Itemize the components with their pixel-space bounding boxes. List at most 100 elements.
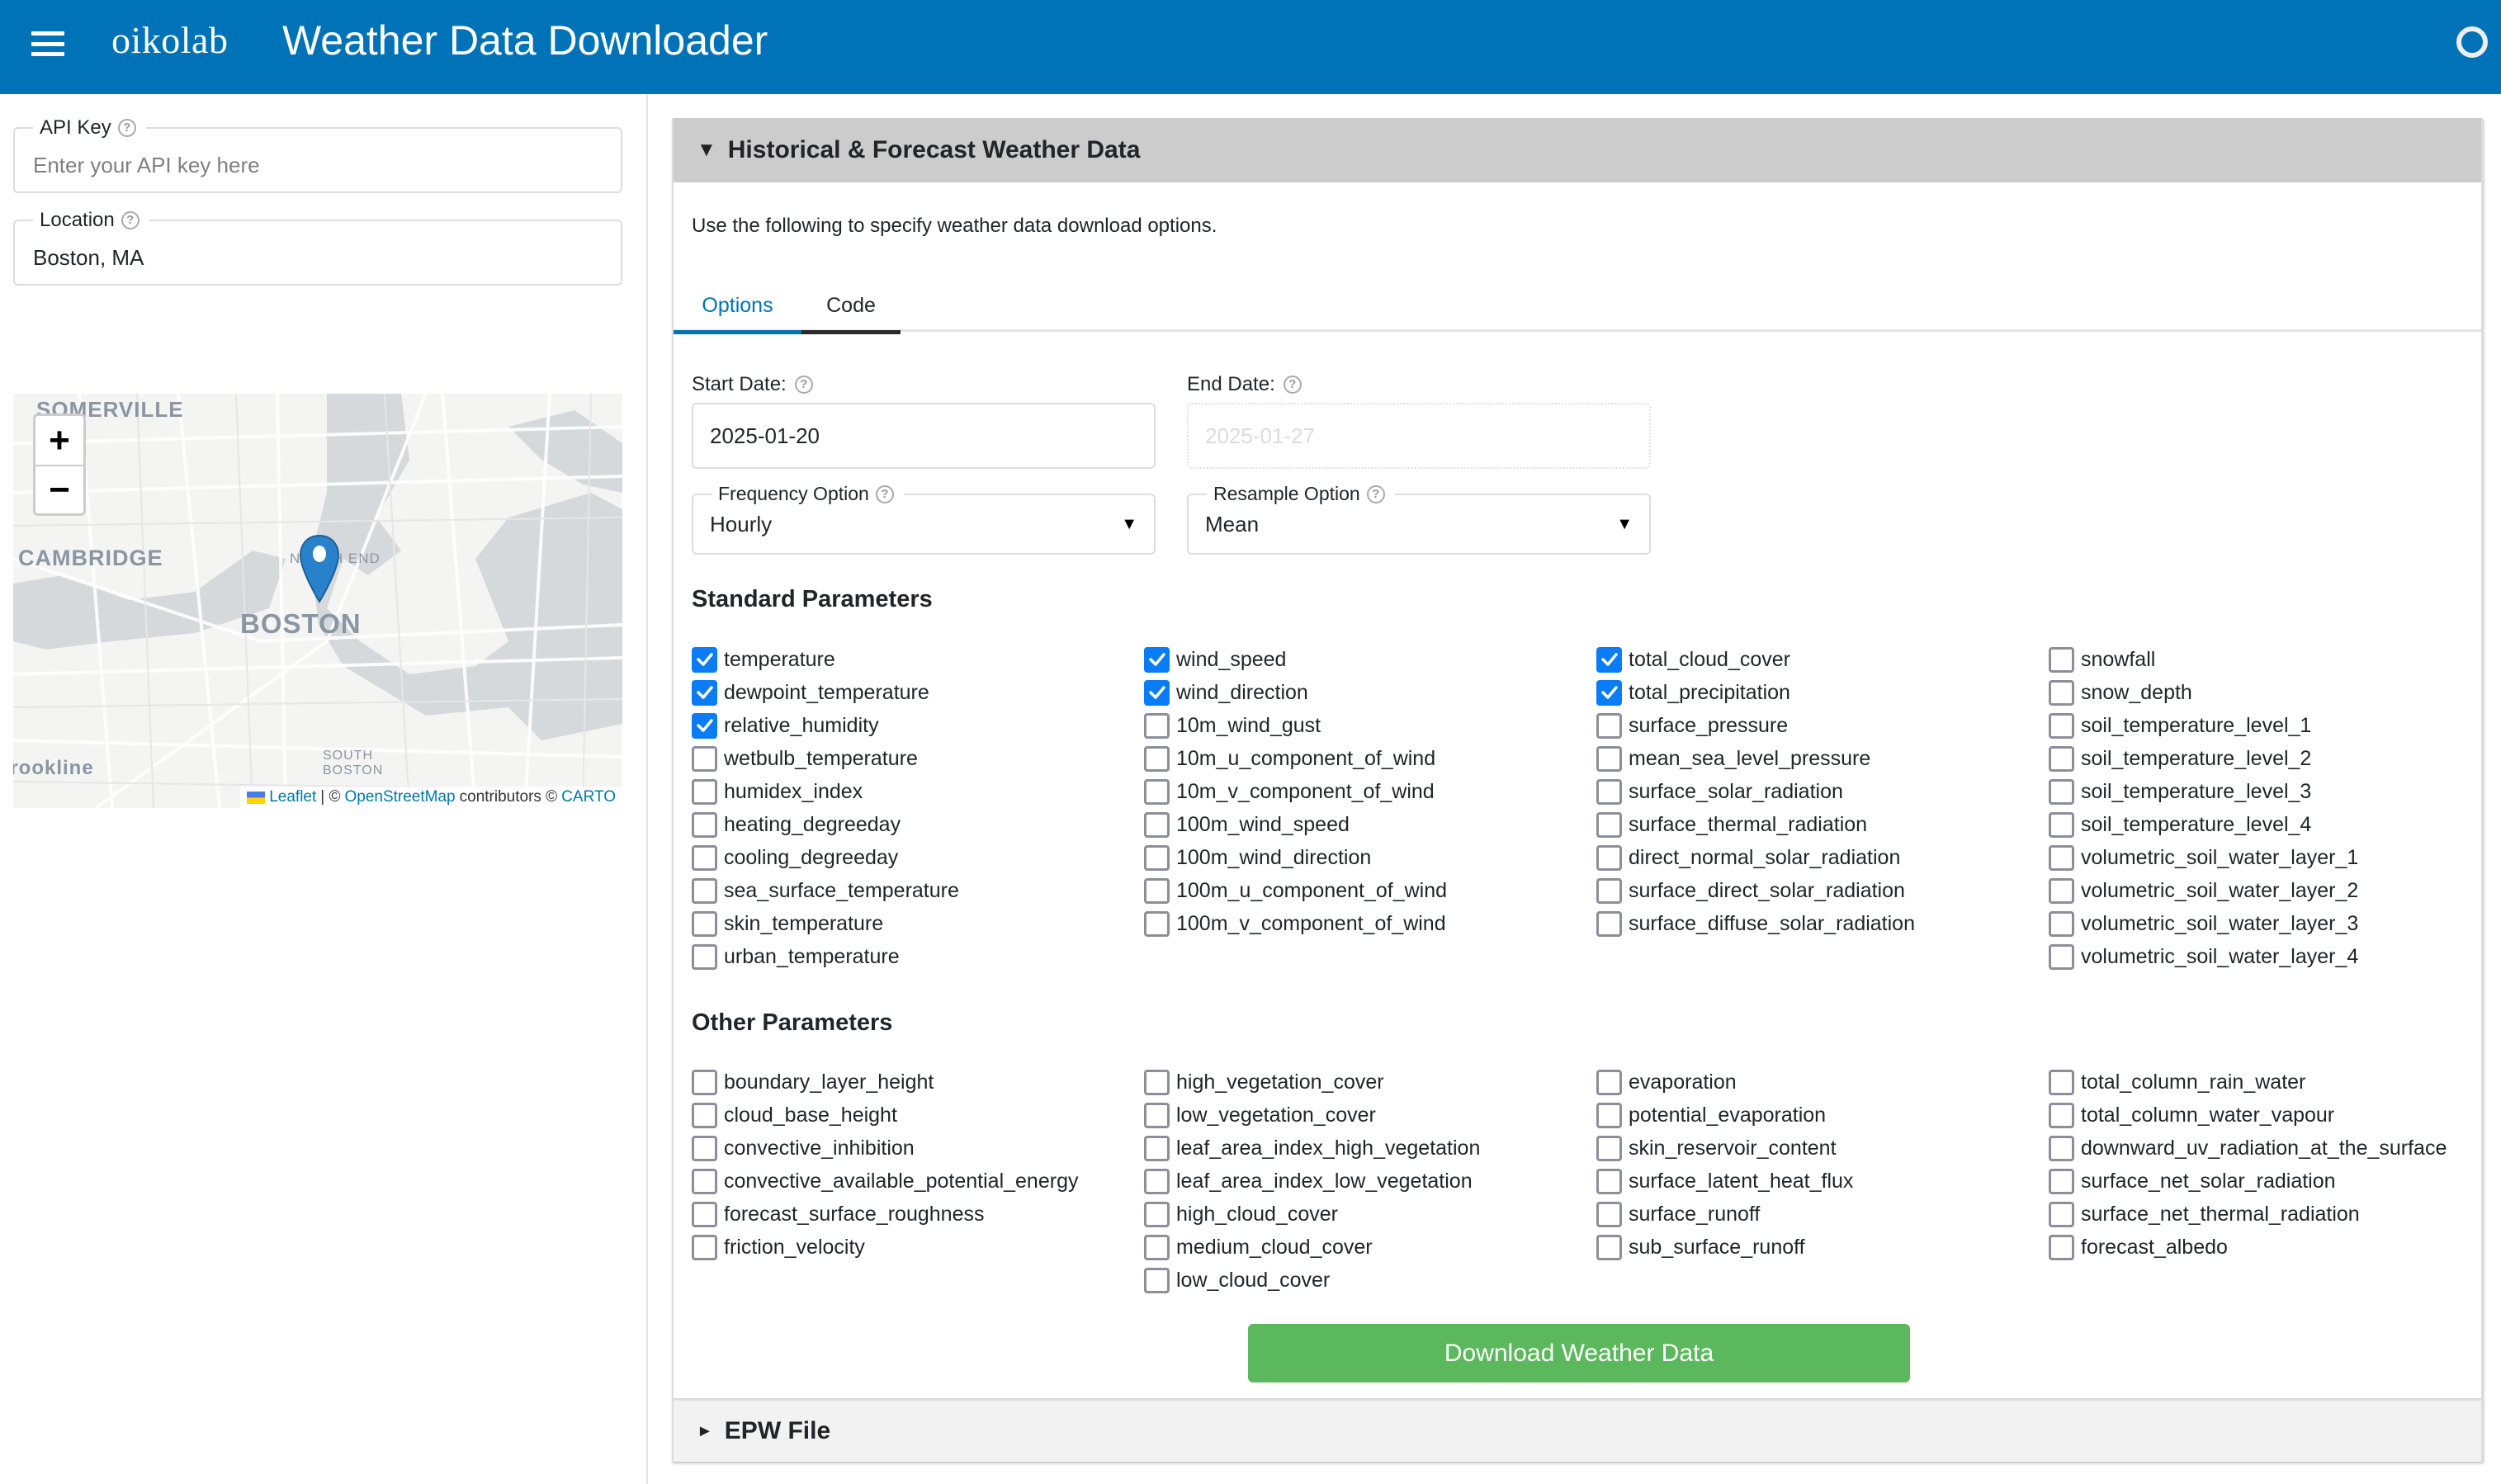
checkbox-unchecked[interactable] <box>692 943 717 970</box>
checkbox-unchecked[interactable] <box>2049 877 2074 904</box>
parameter-checkbox-row[interactable]: snowfall <box>2049 643 2501 676</box>
help-icon[interactable]: ? <box>794 376 813 394</box>
parameter-checkbox-row[interactable]: skin_reservoir_content <box>1596 1132 2049 1165</box>
panel-header-toggle[interactable]: ▼ Historical & Forecast Weather Data <box>674 118 2481 182</box>
parameter-checkbox-row[interactable]: wind_direction <box>1144 676 1596 709</box>
map-view[interactable]: SOMERVILLE CAMBRIDGE BOSTON NORTH END SO… <box>13 394 622 808</box>
parameter-checkbox-row[interactable]: snow_depth <box>2049 676 2501 709</box>
parameter-checkbox-row[interactable]: high_cloud_cover <box>1144 1198 1596 1231</box>
checkbox-unchecked[interactable] <box>1144 844 1170 871</box>
checkbox-unchecked[interactable] <box>2049 646 2074 673</box>
checkbox-unchecked[interactable] <box>692 1201 717 1227</box>
map-pin-icon[interactable] <box>298 534 341 603</box>
parameter-checkbox-row[interactable]: total_column_rain_water <box>2049 1066 2501 1099</box>
checkbox-checked[interactable] <box>1144 646 1170 673</box>
parameter-checkbox-row[interactable]: convective_available_potential_energy <box>692 1165 1144 1198</box>
parameter-checkbox-row[interactable]: low_vegetation_cover <box>1144 1099 1596 1132</box>
frequency-select[interactable]: Frequency Option ? Hourly ▼ <box>692 483 1156 555</box>
parameter-checkbox-row[interactable]: leaf_area_index_low_vegetation <box>1144 1165 1596 1198</box>
checkbox-unchecked[interactable] <box>2049 712 2074 739</box>
parameter-checkbox-row[interactable]: relative_humidity <box>692 709 1144 742</box>
checkbox-unchecked[interactable] <box>1596 1069 1622 1095</box>
parameter-checkbox-row[interactable]: 100m_u_component_of_wind <box>1144 874 1596 907</box>
help-icon[interactable]: ? <box>117 119 136 137</box>
parameter-checkbox-row[interactable]: soil_temperature_level_4 <box>2049 808 2501 841</box>
parameter-checkbox-row[interactable]: direct_normal_solar_radiation <box>1596 841 2049 874</box>
parameter-checkbox-row[interactable]: leaf_area_index_high_vegetation <box>1144 1132 1596 1165</box>
zoom-out-button[interactable]: − <box>35 465 83 513</box>
parameter-checkbox-row[interactable]: temperature <box>692 643 1144 676</box>
parameter-checkbox-row[interactable]: surface_net_solar_radiation <box>2049 1165 2501 1198</box>
checkbox-unchecked[interactable] <box>692 778 717 805</box>
start-date-input[interactable] <box>710 419 1139 452</box>
checkbox-unchecked[interactable] <box>1144 877 1170 904</box>
parameter-checkbox-row[interactable]: high_vegetation_cover <box>1144 1066 1596 1099</box>
checkbox-unchecked[interactable] <box>692 745 717 772</box>
checkbox-unchecked[interactable] <box>692 1234 717 1260</box>
checkbox-unchecked[interactable] <box>1596 811 1622 838</box>
help-icon[interactable]: ? <box>1283 376 1302 394</box>
checkbox-checked[interactable] <box>692 712 717 739</box>
checkbox-unchecked[interactable] <box>1596 778 1622 805</box>
parameter-checkbox-row[interactable]: surface_thermal_radiation <box>1596 808 2049 841</box>
parameter-checkbox-row[interactable]: humidex_index <box>692 775 1144 808</box>
brand-logo[interactable]: oikolab <box>111 18 228 62</box>
download-weather-data-button[interactable]: Download Weather Data <box>1248 1324 1910 1382</box>
checkbox-unchecked[interactable] <box>1144 778 1170 805</box>
checkbox-checked[interactable] <box>1144 679 1170 706</box>
checkbox-checked[interactable] <box>1596 646 1622 673</box>
parameter-checkbox-row[interactable]: surface_solar_radiation <box>1596 775 2049 808</box>
help-icon[interactable]: ? <box>1366 484 1385 503</box>
parameter-checkbox-row[interactable]: volumetric_soil_water_layer_3 <box>2049 907 2501 940</box>
parameter-checkbox-row[interactable]: wetbulb_temperature <box>692 742 1144 775</box>
checkbox-checked[interactable] <box>692 646 717 673</box>
parameter-checkbox-row[interactable]: 100m_v_component_of_wind <box>1144 907 1596 940</box>
checkbox-unchecked[interactable] <box>2049 811 2074 838</box>
hamburger-menu-icon[interactable] <box>31 31 64 56</box>
checkbox-unchecked[interactable] <box>1144 712 1170 739</box>
parameter-checkbox-row[interactable]: volumetric_soil_water_layer_2 <box>2049 874 2501 907</box>
parameter-checkbox-row[interactable]: friction_velocity <box>692 1231 1144 1264</box>
parameter-checkbox-row[interactable]: 100m_wind_direction <box>1144 841 1596 874</box>
parameter-checkbox-row[interactable]: surface_latent_heat_flux <box>1596 1165 2049 1198</box>
checkbox-unchecked[interactable] <box>692 1168 717 1194</box>
parameter-checkbox-row[interactable]: forecast_albedo <box>2049 1231 2501 1264</box>
checkbox-unchecked[interactable] <box>2049 1234 2074 1260</box>
checkbox-unchecked[interactable] <box>2049 778 2074 805</box>
parameter-checkbox-row[interactable]: boundary_layer_height <box>692 1066 1144 1099</box>
parameter-checkbox-row[interactable]: skin_temperature <box>692 907 1144 940</box>
parameter-checkbox-row[interactable]: mean_sea_level_pressure <box>1596 742 2049 775</box>
checkbox-unchecked[interactable] <box>692 1102 717 1128</box>
parameter-checkbox-row[interactable]: 10m_wind_gust <box>1144 709 1596 742</box>
parameter-checkbox-row[interactable]: potential_evaporation <box>1596 1099 2049 1132</box>
checkbox-unchecked[interactable] <box>2049 1168 2074 1194</box>
parameter-checkbox-row[interactable]: surface_direct_solar_radiation <box>1596 874 2049 907</box>
parameter-checkbox-row[interactable]: cooling_degreeday <box>692 841 1144 874</box>
checkbox-unchecked[interactable] <box>1596 1234 1622 1260</box>
parameter-checkbox-row[interactable]: wind_speed <box>1144 643 1596 676</box>
parameter-checkbox-row[interactable]: heating_degreeday <box>692 808 1144 841</box>
checkbox-unchecked[interactable] <box>2049 1069 2074 1095</box>
parameter-checkbox-row[interactable]: low_cloud_cover <box>1144 1264 1596 1297</box>
checkbox-unchecked[interactable] <box>2049 745 2074 772</box>
checkbox-unchecked[interactable] <box>1596 877 1622 904</box>
help-icon[interactable]: ? <box>121 211 139 229</box>
zoom-in-button[interactable]: + <box>35 416 83 465</box>
epw-file-section-toggle[interactable]: ► EPW File <box>674 1398 2481 1462</box>
parameter-checkbox-row[interactable]: 100m_wind_speed <box>1144 808 1596 841</box>
parameter-checkbox-row[interactable]: cloud_base_height <box>692 1099 1144 1132</box>
parameter-checkbox-row[interactable]: soil_temperature_level_2 <box>2049 742 2501 775</box>
checkbox-unchecked[interactable] <box>692 1069 717 1095</box>
parameter-checkbox-row[interactable]: total_precipitation <box>1596 676 2049 709</box>
parameter-checkbox-row[interactable]: soil_temperature_level_3 <box>2049 775 2501 808</box>
parameter-checkbox-row[interactable]: 10m_u_component_of_wind <box>1144 742 1596 775</box>
tab-code[interactable]: Code <box>801 281 901 334</box>
checkbox-unchecked[interactable] <box>2049 1135 2074 1161</box>
parameter-checkbox-row[interactable]: surface_net_thermal_radiation <box>2049 1198 2501 1231</box>
checkbox-unchecked[interactable] <box>1596 910 1622 937</box>
help-icon[interactable]: ? <box>875 484 894 503</box>
parameter-checkbox-row[interactable]: sub_surface_runoff <box>1596 1231 2049 1264</box>
parameter-checkbox-row[interactable]: sea_surface_temperature <box>692 874 1144 907</box>
checkbox-unchecked[interactable] <box>1144 910 1170 937</box>
checkbox-unchecked[interactable] <box>692 877 717 904</box>
